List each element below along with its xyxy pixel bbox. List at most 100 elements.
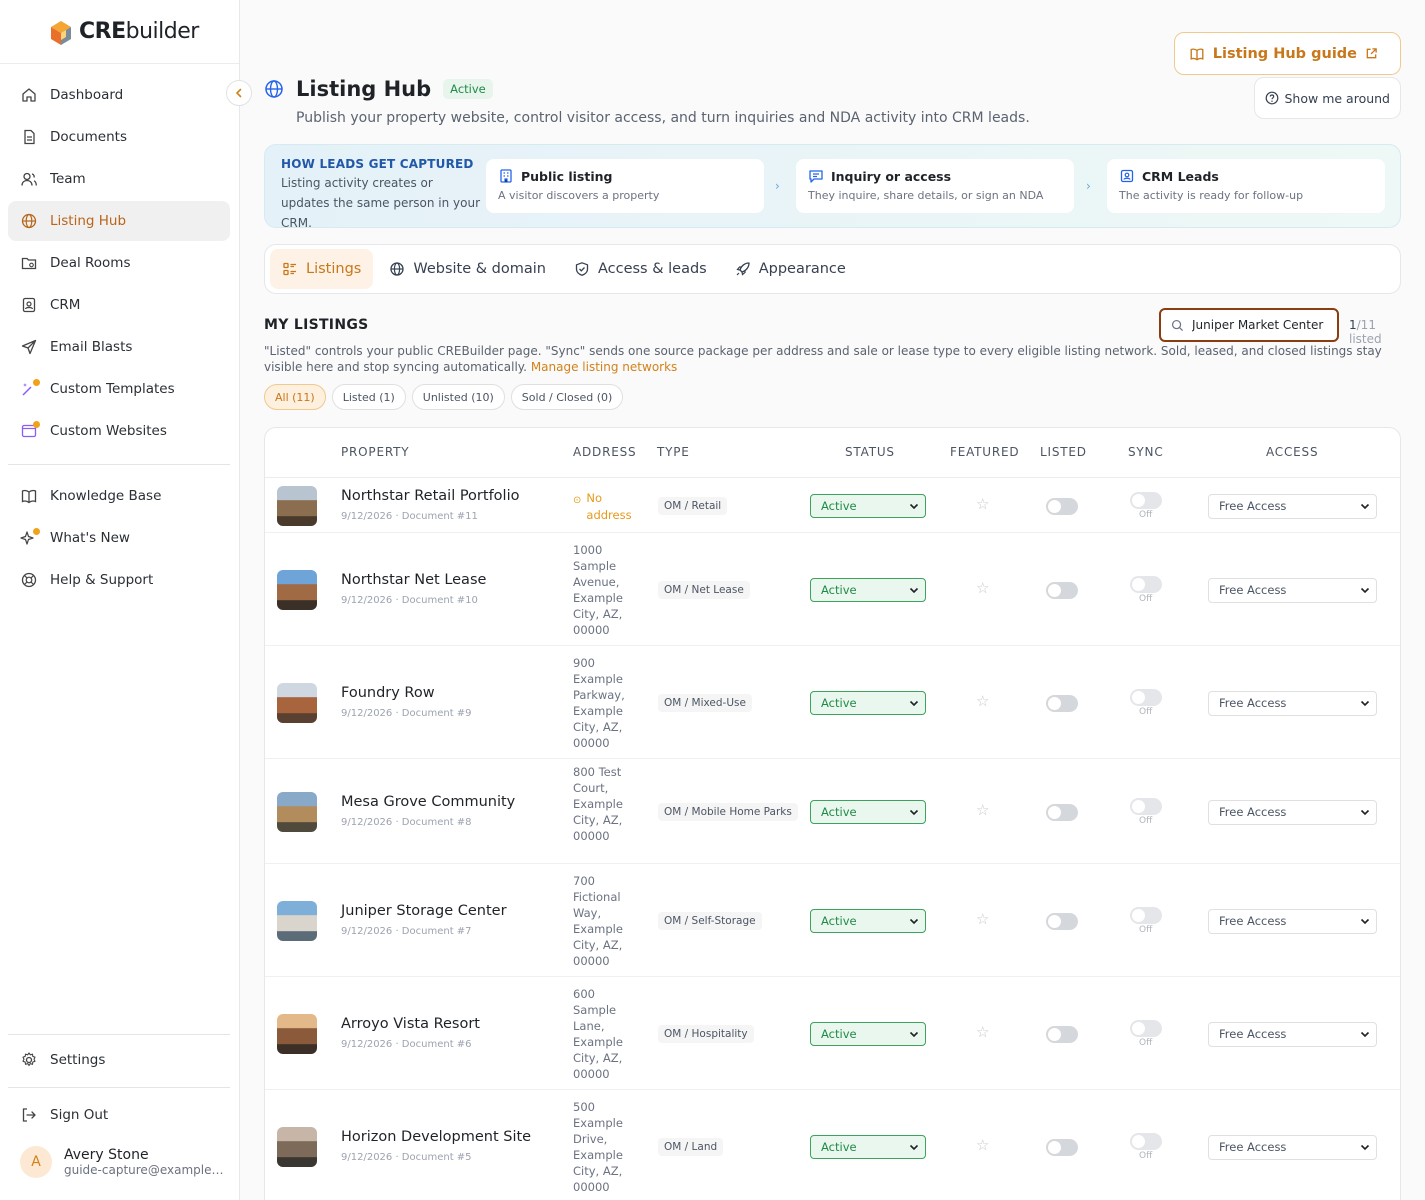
collapse-sidebar-button[interactable] <box>226 80 252 106</box>
property-thumbnail[interactable] <box>277 569 317 610</box>
access-select[interactable]: Free Access <box>1208 690 1377 716</box>
team-icon <box>20 170 38 188</box>
listed-toggle[interactable] <box>1046 1025 1078 1043</box>
featured-star-icon[interactable]: ☆ <box>976 1023 989 1041</box>
tab-access-leads[interactable]: Access & leads <box>562 249 719 289</box>
tab-appearance[interactable]: Appearance <box>723 249 858 289</box>
listed-toggle[interactable] <box>1046 497 1078 515</box>
featured-star-icon[interactable]: ☆ <box>976 692 989 710</box>
access-value: Free Access <box>1219 583 1287 597</box>
property-thumbnail[interactable] <box>277 682 317 723</box>
logo[interactable]: CREbuilder <box>0 0 239 64</box>
tab-listings[interactable]: Listings <box>270 249 374 289</box>
flow-text: Listing activity creates or updates the … <box>281 176 481 230</box>
sidebar-item-team[interactable]: Team <box>8 159 230 199</box>
access-select[interactable]: Free Access <box>1208 1021 1377 1047</box>
status-select[interactable]: Active <box>810 690 926 715</box>
property-name[interactable]: Northstar Retail Portfolio <box>341 488 519 504</box>
magic-wand-icon <box>20 379 40 398</box>
sidebar-item-listing-hub[interactable]: Listing Hub <box>8 201 230 241</box>
sidebar-item-settings[interactable]: Settings <box>8 1040 230 1080</box>
sync-toggle[interactable] <box>1130 906 1162 924</box>
sidebar-item-deal-rooms[interactable]: Deal Rooms <box>8 243 230 283</box>
sign-out-icon <box>20 1106 38 1124</box>
status-select[interactable]: Active <box>810 799 926 824</box>
property-meta: 9/12/2026 · Document #10 <box>341 594 478 606</box>
table-row[interactable]: Foundry Row 9/12/2026 · Document #9 900 … <box>265 646 1400 759</box>
table-row[interactable]: Horizon Development Site 9/12/2026 · Doc… <box>265 1090 1400 1200</box>
sidebar-item-whats-new[interactable]: What's New <box>8 518 230 558</box>
featured-star-icon[interactable]: ☆ <box>976 1136 989 1154</box>
table-row[interactable]: Northstar Retail Portfolio 9/12/2026 · D… <box>265 478 1400 533</box>
featured-star-icon[interactable]: ☆ <box>976 579 989 597</box>
status-select[interactable]: Active <box>810 1134 926 1159</box>
featured-star-icon[interactable]: ☆ <box>976 910 989 928</box>
access-select[interactable]: Free Access <box>1208 908 1377 934</box>
sidebar-item-email-blasts[interactable]: Email Blasts <box>8 327 230 367</box>
chevron-down-icon <box>909 700 919 706</box>
sync-toggle[interactable] <box>1130 575 1162 593</box>
status-select[interactable]: Active <box>810 908 926 933</box>
listing-search[interactable] <box>1159 308 1339 342</box>
filter-unlisted[interactable]: Unlisted (10) <box>411 384 505 410</box>
access-select[interactable]: Free Access <box>1208 577 1377 603</box>
access-select[interactable]: Free Access <box>1208 493 1377 519</box>
sidebar-item-dashboard[interactable]: Dashboard <box>8 75 230 115</box>
table-row[interactable]: Arroyo Vista Resort 9/12/2026 · Document… <box>265 977 1400 1090</box>
featured-star-icon[interactable]: ☆ <box>976 801 989 819</box>
sync-toggle[interactable] <box>1130 1019 1162 1037</box>
listed-toggle[interactable] <box>1046 803 1078 821</box>
property-name[interactable]: Arroyo Vista Resort <box>341 1016 480 1032</box>
avatar: A <box>20 1146 52 1178</box>
user-profile[interactable]: A Avery Stone guide-capture@example.com <box>20 1146 224 1178</box>
sync-toggle[interactable] <box>1130 1132 1162 1150</box>
listed-toggle[interactable] <box>1046 912 1078 930</box>
sync-toggle[interactable] <box>1130 797 1162 815</box>
sidebar-item-help-support[interactable]: Help & Support <box>8 560 230 600</box>
property-thumbnail[interactable] <box>277 1013 317 1054</box>
show-me-around-button[interactable]: Show me around <box>1253 77 1401 119</box>
property-address: 800 Test Court, Example City, AZ, 00000 <box>573 764 623 843</box>
sidebar-divider <box>8 1034 230 1035</box>
property-thumbnail[interactable] <box>277 1126 317 1167</box>
property-name[interactable]: Horizon Development Site <box>341 1129 531 1145</box>
filter-all[interactable]: All (11) <box>264 384 326 410</box>
property-thumbnail[interactable] <box>277 485 317 526</box>
property-thumbnail[interactable] <box>277 791 317 832</box>
sidebar-item-crm[interactable]: CRM <box>8 285 230 325</box>
listed-toggle[interactable] <box>1046 581 1078 599</box>
sign-out-button[interactable]: Sign Out <box>8 1095 230 1135</box>
tab-website-domain[interactable]: Website & domain <box>377 249 558 289</box>
status-select[interactable]: Active <box>810 1021 926 1046</box>
table-row[interactable]: Juniper Storage Center 9/12/2026 · Docum… <box>265 864 1400 977</box>
search-input[interactable] <box>1192 318 1332 332</box>
access-select[interactable]: Free Access <box>1208 799 1377 825</box>
sync-toggle[interactable] <box>1130 688 1162 706</box>
access-select[interactable]: Free Access <box>1208 1134 1377 1160</box>
sync-state-label: Off <box>1139 1037 1153 1048</box>
sidebar-item-custom-websites[interactable]: Custom Websites <box>8 411 230 451</box>
sidebar-item-custom-templates[interactable]: Custom Templates <box>8 369 230 409</box>
chevron-down-icon <box>1360 809 1370 815</box>
listed-toggle[interactable] <box>1046 1138 1078 1156</box>
featured-star-icon[interactable]: ☆ <box>976 495 989 513</box>
property-name[interactable]: Northstar Net Lease <box>341 572 486 588</box>
filter-sold-closed[interactable]: Sold / Closed (0) <box>510 384 624 410</box>
property-name[interactable]: Mesa Grove Community <box>341 794 515 810</box>
listing-hub-guide-button[interactable]: Listing Hub guide <box>1173 32 1401 75</box>
status-select[interactable]: Active <box>810 493 926 518</box>
sidebar-item-label: Deal Rooms <box>50 255 131 271</box>
listed-toggle[interactable] <box>1046 694 1078 712</box>
sidebar-item-documents[interactable]: Documents <box>8 117 230 157</box>
property-name[interactable]: Foundry Row <box>341 685 435 701</box>
property-thumbnail[interactable] <box>277 900 317 941</box>
property-name[interactable]: Juniper Storage Center <box>341 903 507 919</box>
table-row[interactable]: Mesa Grove Community 9/12/2026 · Documen… <box>265 759 1400 864</box>
filter-listed[interactable]: Listed (1) <box>331 384 406 410</box>
sync-toggle[interactable] <box>1130 491 1162 509</box>
manage-networks-link[interactable]: Manage listing networks <box>531 360 677 374</box>
table-row[interactable]: Northstar Net Lease 9/12/2026 · Document… <box>265 533 1400 646</box>
status-select[interactable]: Active <box>810 577 926 602</box>
browser-icon <box>20 421 40 440</box>
sidebar-item-knowledge-base[interactable]: Knowledge Base <box>8 476 230 516</box>
